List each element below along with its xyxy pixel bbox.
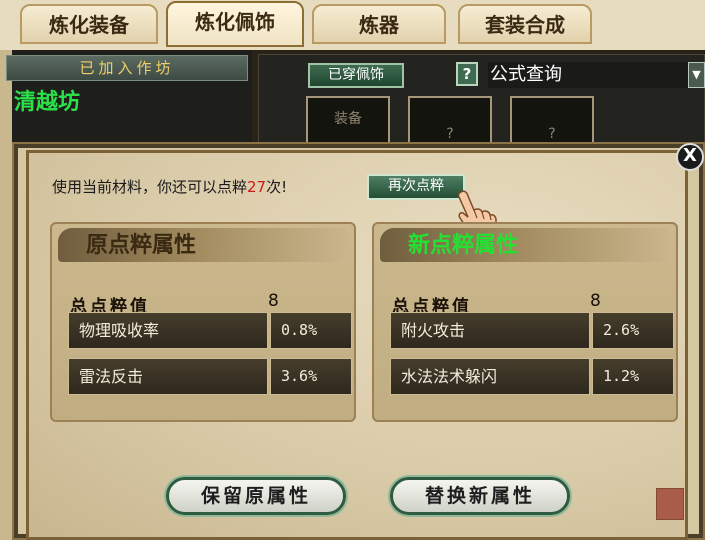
- attribute-value: 1.2%: [592, 358, 674, 395]
- remaining-prompt: 使用当前材料，你还可以点粹27次!: [52, 176, 287, 197]
- attribute-name: 物理吸收率: [68, 312, 268, 349]
- attribute-row: 物理吸收率 0.8%: [68, 312, 352, 349]
- remaining-count: 27: [247, 178, 267, 196]
- prompt-suffix: 次!: [266, 178, 288, 196]
- attribute-value: 2.6%: [592, 312, 674, 349]
- workshop-name: 清越坊: [14, 89, 81, 115]
- dropdown-arrow-icon[interactable]: ▼: [688, 62, 705, 88]
- slot-label: ?: [446, 126, 454, 142]
- new-attributes-title: 新点粹属性: [380, 228, 670, 262]
- formula-query-field[interactable]: 公式查询: [488, 62, 690, 88]
- attribute-name: 水法法术躲闪: [390, 358, 590, 395]
- left-frame: [0, 50, 12, 540]
- total-refine-value: 8: [268, 291, 279, 311]
- attribute-row: 附火攻击 2.6%: [390, 312, 674, 349]
- attribute-value: 0.8%: [270, 312, 352, 349]
- new-attributes-panel: 新点粹属性 总点粹值 8 附火攻击 2.6% 水法法术躲闪 1.2%: [372, 222, 678, 422]
- replace-new-button[interactable]: 替换新属性: [390, 477, 570, 515]
- tab-refine-accessory[interactable]: 炼化佩饰: [166, 1, 304, 47]
- attribute-row: 水法法术躲闪 1.2%: [390, 358, 674, 395]
- attribute-name: 雷法反击: [68, 358, 268, 395]
- equipment-slot[interactable]: 装备: [306, 96, 390, 148]
- slot-label: 装备: [334, 111, 362, 127]
- original-attributes-panel: 原点粹属性 总点粹值 8 物理吸收率 0.8% 雷法反击 3.6%: [50, 222, 356, 422]
- total-refine-value: 8: [590, 291, 601, 311]
- attribute-name: 附火攻击: [390, 312, 590, 349]
- keep-original-button[interactable]: 保留原属性: [166, 477, 346, 515]
- close-icon[interactable]: X: [676, 143, 704, 171]
- seal-stamp-icon: [656, 488, 684, 520]
- tab-refine-equipment[interactable]: 炼化装备: [20, 4, 158, 44]
- joined-workshop-header: 已加入作坊: [6, 55, 248, 81]
- help-button[interactable]: ?: [456, 62, 478, 86]
- material-slot[interactable]: ?: [408, 96, 492, 148]
- prompt-text: 使用当前材料，你还可以点粹: [52, 178, 248, 196]
- slot-label: ?: [548, 126, 556, 142]
- attribute-value: 3.6%: [270, 358, 352, 395]
- material-slot[interactable]: ?: [510, 96, 594, 148]
- tab-bar: 炼化装备 炼化佩饰 炼器 套装合成: [0, 0, 705, 50]
- tab-set-synthesis[interactable]: 套装合成: [458, 4, 592, 44]
- equipped-accessories-button[interactable]: 已穿佩饰: [308, 63, 404, 88]
- tab-forge[interactable]: 炼器: [312, 4, 446, 44]
- refine-again-button[interactable]: 再次点粹: [367, 174, 465, 200]
- attribute-row: 雷法反击 3.6%: [68, 358, 352, 395]
- original-attributes-title: 原点粹属性: [58, 228, 348, 262]
